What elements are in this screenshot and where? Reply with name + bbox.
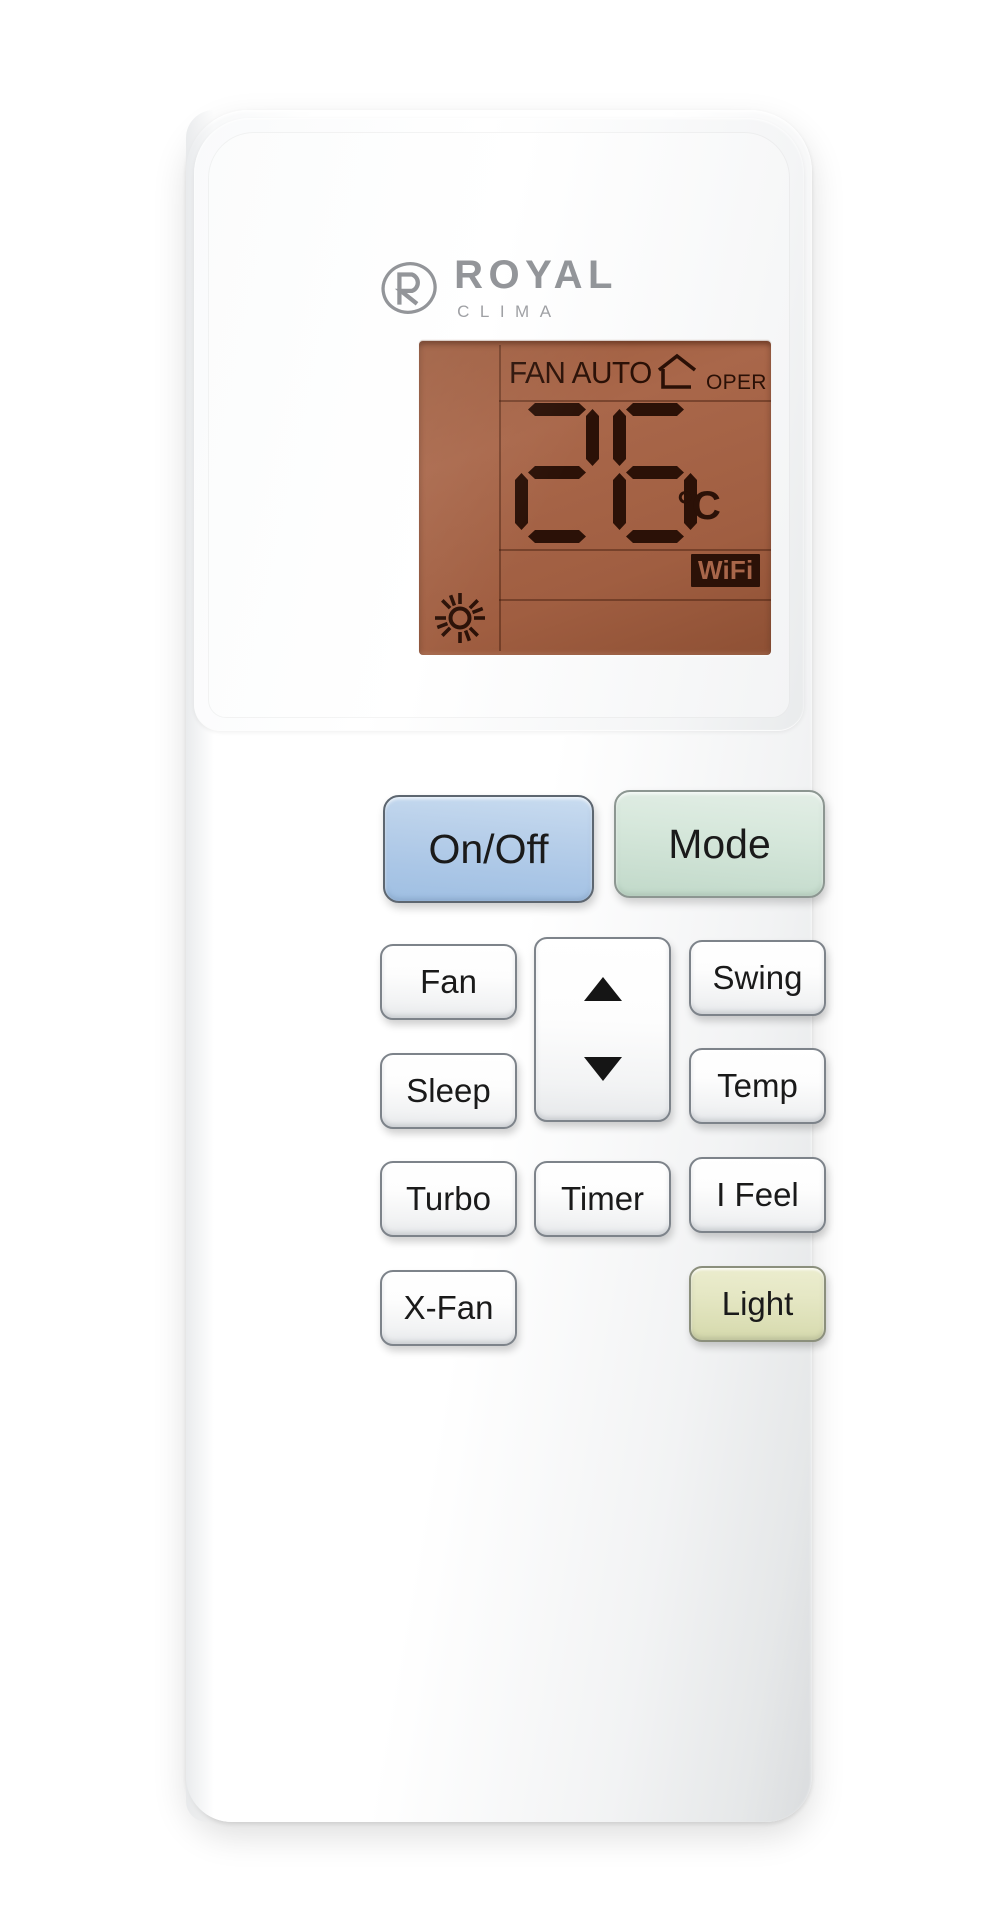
power-button[interactable]: On/Off [383, 795, 594, 903]
temp-button[interactable]: Temp [689, 1048, 826, 1124]
xfan-button-label: X-Fan [404, 1289, 494, 1327]
screenshot-stage: ROYAL CLIMA FAN AUTO OPER [0, 0, 1000, 1918]
brand-logo: ROYAL CLIMA [380, 255, 618, 320]
lcd-digit-tens [515, 403, 599, 543]
arrow-up-icon[interactable] [584, 977, 622, 1001]
temp-button-label: Temp [717, 1067, 798, 1105]
fan-button-label: Fan [420, 963, 477, 1001]
brand-name-secondary: CLIMA [457, 303, 618, 320]
r-in-oval-logo-icon [380, 259, 438, 317]
brand-text-block: ROYAL CLIMA [454, 255, 618, 320]
turbo-button-label: Turbo [406, 1180, 491, 1218]
lcd-display: FAN AUTO OPER [419, 341, 771, 655]
brand-name-primary: ROYAL [454, 255, 618, 295]
power-button-label: On/Off [428, 826, 548, 873]
lcd-divider-h2 [499, 549, 771, 551]
sleep-button-label: Sleep [406, 1072, 490, 1110]
swing-button-label: Swing [713, 959, 803, 997]
swing-button[interactable]: Swing [689, 940, 826, 1016]
sun-icon [433, 591, 487, 645]
arrow-down-icon[interactable] [584, 1057, 622, 1081]
fan-button[interactable]: Fan [380, 944, 517, 1020]
lcd-wifi-badge: WiFi [691, 554, 760, 587]
sleep-button[interactable]: Sleep [380, 1053, 517, 1129]
lcd-divider-h3 [499, 599, 771, 601]
turbo-button[interactable]: Turbo [380, 1161, 517, 1237]
lcd-oper-label: OPER [706, 371, 767, 395]
ifeel-button-label: I Feel [716, 1176, 799, 1214]
timer-button[interactable]: Timer [534, 1161, 671, 1237]
light-button[interactable]: Light [689, 1266, 826, 1342]
timer-button-label: Timer [561, 1180, 644, 1218]
ifeel-button[interactable]: I Feel [689, 1157, 826, 1233]
lcd-divider-vertical [499, 345, 501, 651]
light-button-label: Light [722, 1285, 794, 1323]
updown-arrow-pad[interactable] [534, 937, 671, 1122]
xfan-button[interactable]: X-Fan [380, 1270, 517, 1346]
house-icon [655, 351, 699, 393]
lcd-temperature-unit: °C [677, 484, 720, 529]
mode-button[interactable]: Mode [614, 790, 825, 898]
mode-button-label: Mode [668, 821, 771, 868]
lcd-divider-h1 [499, 400, 771, 402]
lcd-temperature [515, 403, 697, 543]
remote-control-body: ROYAL CLIMA FAN AUTO OPER [186, 110, 812, 1822]
lcd-fan-mode-label: FAN AUTO [509, 355, 652, 391]
